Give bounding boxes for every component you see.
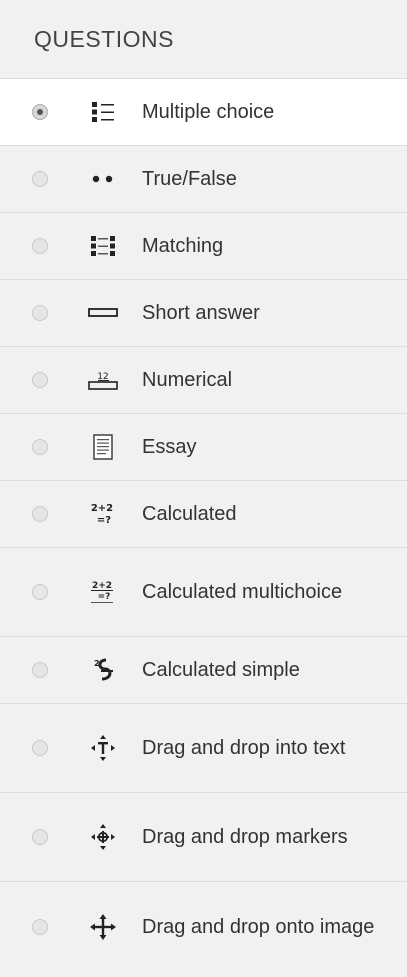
radio-button[interactable] bbox=[32, 104, 48, 120]
question-type-multiple-choice[interactable]: Multiple choice bbox=[0, 79, 407, 146]
radio-button[interactable] bbox=[32, 918, 48, 935]
calculated-icon: 2+2 =? bbox=[86, 497, 120, 531]
radio-button[interactable] bbox=[32, 305, 48, 321]
calculated-simple-icon: 2 bbox=[86, 653, 120, 687]
question-type-label: Multiple choice bbox=[142, 101, 275, 123]
radio-button[interactable] bbox=[32, 740, 48, 756]
radio-button[interactable] bbox=[32, 584, 48, 600]
calc-multi-icon-bottom: =? bbox=[98, 592, 111, 602]
question-type-short-answer[interactable]: Short answer bbox=[0, 280, 407, 347]
question-type-drag-drop-text[interactable]: Drag and drop into text bbox=[0, 704, 407, 793]
question-type-label: Calculated bbox=[142, 503, 237, 525]
question-type-label: True/False bbox=[142, 168, 237, 190]
question-type-label: Short answer bbox=[142, 302, 260, 324]
radio-button[interactable] bbox=[32, 171, 48, 187]
panel-title: QUESTIONS bbox=[0, 0, 407, 79]
question-type-matching[interactable]: Matching bbox=[0, 213, 407, 280]
multiple-choice-icon bbox=[86, 95, 120, 129]
calc-multi-icon-top: 2+2 bbox=[92, 581, 112, 591]
question-type-essay[interactable]: Essay bbox=[0, 414, 407, 481]
question-type-numerical[interactable]: 12 Numerical bbox=[0, 347, 407, 414]
question-type-label: Drag and drop onto image bbox=[142, 915, 375, 938]
calculated-icon-bottom: =? bbox=[97, 515, 111, 526]
question-type-label: Calculated multichoice bbox=[142, 581, 343, 603]
drag-drop-image-icon bbox=[86, 910, 120, 944]
calculated-multichoice-icon: 2+2 =? bbox=[86, 575, 120, 609]
questions-panel: QUESTIONS Multiple choice True/False Mat… bbox=[0, 0, 407, 977]
question-type-label: Essay bbox=[142, 436, 197, 458]
radio-button[interactable] bbox=[32, 439, 48, 455]
question-type-label: Drag and drop markers bbox=[142, 826, 348, 848]
matching-icon bbox=[86, 229, 120, 263]
question-type-calculated[interactable]: 2+2 =? Calculated bbox=[0, 481, 407, 548]
radio-button[interactable] bbox=[32, 662, 48, 678]
question-type-label: Numerical bbox=[142, 369, 233, 391]
drag-drop-markers-icon bbox=[86, 820, 120, 854]
question-type-label: Drag and drop into text bbox=[142, 737, 346, 759]
question-type-drag-drop-image[interactable]: Drag and drop onto image bbox=[0, 882, 407, 971]
question-type-true-false[interactable]: True/False bbox=[0, 146, 407, 213]
numerical-icon: 12 bbox=[86, 363, 120, 397]
radio-button[interactable] bbox=[32, 506, 48, 522]
question-type-list: Multiple choice True/False Matching Shor… bbox=[0, 79, 407, 971]
radio-button[interactable] bbox=[32, 238, 48, 254]
question-type-label: Matching bbox=[142, 235, 224, 257]
calculated-icon-top: 2+2 bbox=[91, 503, 113, 514]
radio-button[interactable] bbox=[32, 829, 48, 845]
short-answer-icon bbox=[86, 296, 120, 330]
essay-icon bbox=[86, 430, 120, 464]
true-false-icon bbox=[86, 162, 120, 196]
question-type-drag-drop-markers[interactable]: Drag and drop markers bbox=[0, 793, 407, 882]
question-type-calculated-multichoice[interactable]: 2+2 =? Calculated multichoice bbox=[0, 548, 407, 637]
question-type-label: Calculated simple bbox=[142, 659, 300, 681]
radio-button[interactable] bbox=[32, 372, 48, 388]
drag-drop-text-icon bbox=[86, 731, 120, 765]
question-type-calculated-simple[interactable]: 2 Calculated simple bbox=[0, 637, 407, 704]
